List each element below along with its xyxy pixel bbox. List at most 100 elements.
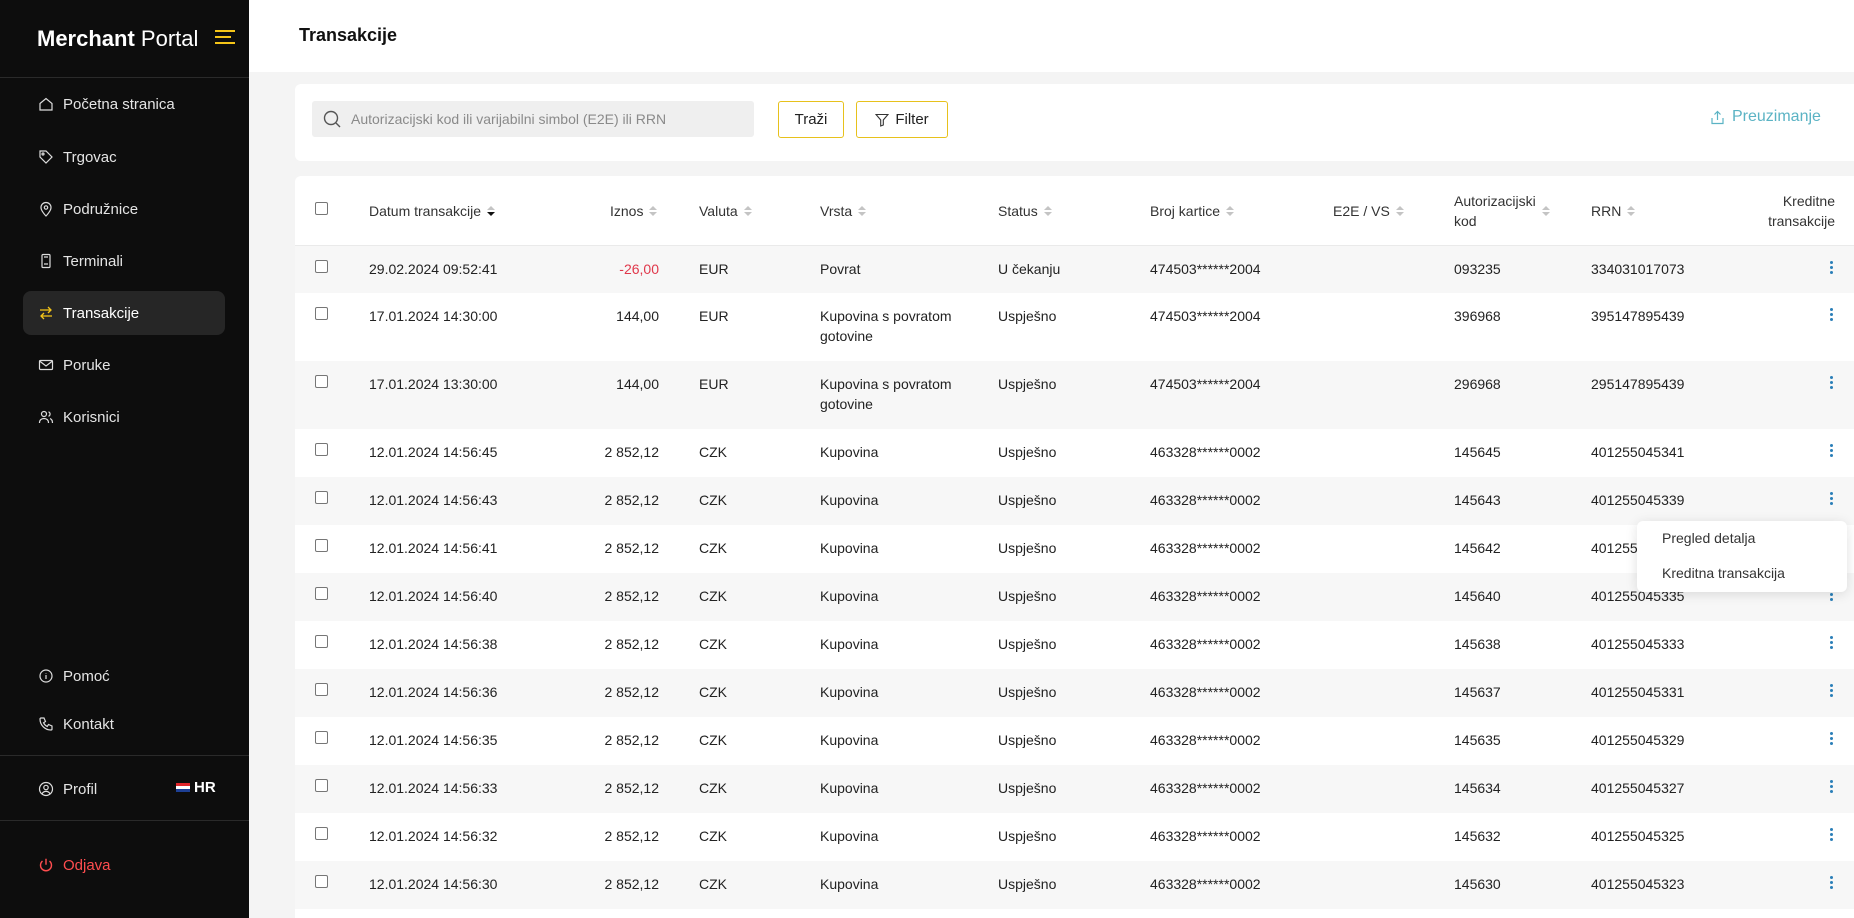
row-menu-icon[interactable] [1830, 444, 1834, 459]
select-all-checkbox[interactable] [315, 202, 328, 215]
cell-auth: 145637 [1454, 684, 1501, 700]
sidebar-item-transactions[interactable]: Transakcije [23, 291, 225, 335]
cell-type: Kupovina [820, 444, 879, 460]
row-checkbox[interactable] [315, 375, 328, 388]
cell-currency: EUR [699, 308, 729, 324]
upload-share-icon [1711, 110, 1724, 124]
filter-icon [875, 113, 890, 127]
row-checkbox[interactable] [315, 587, 328, 600]
table-row[interactable]: 12.01.2024 14:56:30 2 852,12 CZK Kupovina Us… [295, 861, 1854, 909]
table-row[interactable]: 12.01.2024 14:56:41 2 852,12 CZK Kupovina Us… [295, 525, 1854, 573]
cell-currency: CZK [699, 876, 727, 892]
menu-item-view-details[interactable]: Pregled detalja [1662, 530, 1755, 546]
table-row[interactable]: 12.01.2024 14:56:38 2 852,12 CZK Kupovina Us… [295, 621, 1854, 669]
table-row[interactable]: 12.01.2024 14:56:36 2 852,12 CZK Kupovina Us… [295, 669, 1854, 717]
row-checkbox[interactable] [315, 539, 328, 552]
logout-button[interactable]: Odjava [23, 843, 225, 887]
cell-type: Kupovina [820, 828, 879, 844]
sidebar-item-terminals[interactable]: Terminali [23, 239, 225, 283]
cell-amount: 2 852,12 [604, 732, 660, 748]
table-row[interactable]: 12.01.2024 14:56:33 2 852,12 CZK Kupovina Us… [295, 765, 1854, 813]
row-menu-icon[interactable] [1830, 308, 1834, 323]
cell-currency: EUR [699, 376, 729, 392]
column-header-date[interactable]: Datum transakcije [369, 203, 496, 219]
cell-amount: 2 852,12 [604, 828, 660, 844]
row-menu-icon[interactable] [1830, 636, 1834, 651]
cell-currency: CZK [699, 684, 727, 700]
cell-date: 12.01.2024 14:56:41 [369, 540, 498, 556]
row-menu-icon[interactable] [1830, 492, 1834, 507]
sidebar-item-messages[interactable]: Poruke [23, 343, 225, 387]
row-checkbox[interactable] [315, 635, 328, 648]
row-checkbox[interactable] [315, 779, 328, 792]
row-checkbox[interactable] [315, 827, 328, 840]
table-row[interactable]: 12.01.2024 14:56:32 2 852,12 CZK Kupovina Us… [295, 813, 1854, 861]
table-row[interactable]: 29.02.2024 09:52:41 -26,00 EUR Povrat U čeka… [295, 246, 1854, 293]
row-menu-icon[interactable] [1830, 261, 1834, 276]
sidebar-item-merchant[interactable]: Trgovac [23, 135, 225, 179]
column-label: Broj kartice [1150, 203, 1221, 219]
search-button[interactable]: Traži [778, 101, 844, 138]
row-menu-icon[interactable] [1830, 876, 1834, 891]
column-header-currency[interactable]: Valuta [699, 203, 752, 219]
table-row[interactable]: 12.01.2024 14:56:45 2 852,12 CZK Kupovina Us… [295, 429, 1854, 477]
column-label: RRN [1591, 203, 1622, 219]
sidebar-item-contact[interactable]: Kontakt [23, 702, 225, 746]
column-header-e2e[interactable]: E2E / VS [1333, 203, 1404, 219]
table-row[interactable]: 17.01.2024 13:30:00 144,00 EUR Kupovina s p… [295, 361, 1854, 429]
page-header: Transakcije [249, 0, 1854, 72]
sidebar-item-branches[interactable]: Podružnice [23, 187, 225, 231]
table-row[interactable]: 12.01.2024 14:56:35 2 852,12 CZK Kupovina Us… [295, 717, 1854, 765]
column-header-rrn[interactable]: RRN [1591, 203, 1636, 219]
download-link[interactable]: Preuzimanje [1710, 108, 1821, 126]
row-menu-icon[interactable] [1830, 732, 1834, 747]
row-checkbox[interactable] [315, 875, 328, 888]
sort-desc-icon [487, 206, 496, 216]
table-row[interactable]: 12.01.2024 14:56:43 2 852,12 CZK Kupovina Us… [295, 477, 1854, 525]
column-header-status[interactable]: Status [998, 203, 1052, 219]
cell-status: Uspješno [998, 376, 1057, 392]
menu-item-credit-transaction[interactable]: Kreditna transakcija [1662, 565, 1785, 581]
table-row[interactable]: 12.01.2024 14:56:40 2 852,12 CZK Kupovina Us… [295, 573, 1854, 621]
row-menu-icon[interactable] [1830, 828, 1834, 843]
brand-logo[interactable]: Merchant Portal [37, 26, 198, 52]
column-header-credit: Kreditne transakcije [1725, 191, 1835, 231]
profile-label: Profil [63, 780, 98, 798]
menu-toggle-icon[interactable] [215, 30, 237, 48]
filter-button[interactable]: Filter [856, 101, 948, 138]
sidebar-item-users[interactable]: Korisnici [23, 395, 225, 439]
column-header-card[interactable]: Broj kartice [1150, 203, 1235, 219]
row-checkbox[interactable] [315, 443, 328, 456]
column-header-type[interactable]: Vrsta [820, 203, 867, 219]
cell-type: Kupovina s povratom gotovine [820, 308, 952, 344]
column-header-amount[interactable]: Iznos [610, 203, 658, 219]
cell-status: Uspješno [998, 540, 1057, 556]
table-row[interactable]: 17.01.2024 14:30:00 144,00 EUR Kupovina s p… [295, 293, 1854, 361]
cell-rrn: 401255045327 [1591, 780, 1685, 796]
row-menu-icon[interactable] [1830, 780, 1834, 795]
user-icon [38, 781, 54, 797]
row-checkbox[interactable] [315, 491, 328, 504]
cell-rrn: 401255045329 [1591, 732, 1685, 748]
search-input[interactable] [351, 111, 751, 127]
row-menu-icon[interactable] [1830, 376, 1834, 391]
sidebar-item-home[interactable]: Početna stranica [23, 82, 225, 126]
row-checkbox[interactable] [315, 683, 328, 696]
row-checkbox[interactable] [315, 260, 328, 273]
cell-card: 463328******0002 [1150, 876, 1261, 892]
sidebar-item-help[interactable]: Pomoć [23, 654, 225, 698]
cell-date: 17.01.2024 13:30:00 [369, 376, 498, 392]
cell-type: Kupovina s povratom gotovine [820, 376, 952, 412]
cell-amount: 2 852,12 [604, 540, 660, 556]
row-menu-icon[interactable] [1830, 684, 1834, 699]
cell-status: Uspješno [998, 308, 1057, 324]
search-icon [323, 110, 341, 128]
row-checkbox[interactable] [315, 307, 328, 320]
column-header-auth-code[interactable]: Autorizacijski kod [1454, 191, 1550, 231]
language-selector[interactable]: HR [176, 779, 216, 796]
row-checkbox[interactable] [315, 731, 328, 744]
sidebar-divider [0, 820, 249, 821]
cell-rrn: 401255045323 [1591, 876, 1685, 892]
sort-icon [1541, 206, 1550, 216]
cell-rrn: 395147895439 [1591, 308, 1685, 324]
